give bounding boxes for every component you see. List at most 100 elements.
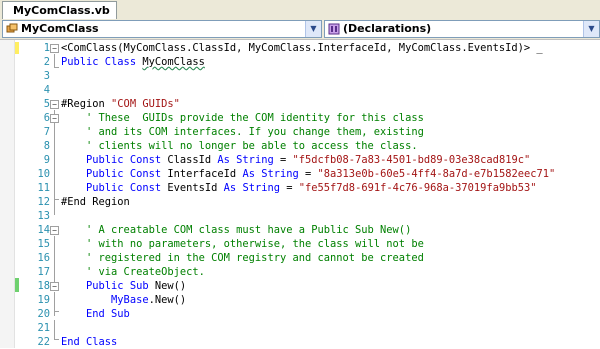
code-line[interactable]: 12 #End Region <box>0 195 600 209</box>
code-line[interactable]: 3 <box>0 69 600 83</box>
code-token: ' clients will no longer be able to acce… <box>61 140 418 152</box>
code-text: ' and its COM interfaces. If you change … <box>61 125 430 139</box>
code-token: MyComClass <box>142 56 205 68</box>
code-text: Public Const EventsId As String = "fe55f… <box>61 181 536 195</box>
code-token: InterfaceId <box>167 168 243 180</box>
code-line[interactable]: 15 ' with no parameters, otherwise, the … <box>0 237 600 251</box>
document-tab[interactable]: MyComClass.vb <box>2 1 117 19</box>
code-token: Public Class <box>61 56 143 68</box>
code-text: ' A creatable COM class must have a Publ… <box>61 223 418 237</box>
code-token: End Sub <box>61 308 130 320</box>
chevron-down-icon[interactable]: ▼ <box>305 21 321 37</box>
code-text: Public Sub New() <box>61 279 186 293</box>
code-line[interactable]: 7 ' and its COM interfaces. If you chang… <box>0 125 600 139</box>
line-number: 7 <box>43 126 50 138</box>
line-number: 5 <box>43 98 50 110</box>
code-text: <ComClass(MyComClass.ClassId, MyComClass… <box>61 41 543 55</box>
line-number: 9 <box>43 154 50 166</box>
code-token: End Class <box>61 336 118 348</box>
code-line[interactable]: 20 End Sub <box>0 307 600 321</box>
chevron-down-icon[interactable]: ▼ <box>583 21 599 37</box>
code-token: = <box>279 182 299 194</box>
code-token: As String <box>217 154 274 166</box>
code-text: Public Const InterfaceId As String = "8a… <box>61 167 555 181</box>
code-token: As String <box>223 182 280 194</box>
current-line-marker <box>15 42 19 54</box>
line-number: 20 <box>37 308 50 320</box>
code-line[interactable]: 10 Public Const InterfaceId As String = … <box>0 167 600 181</box>
code-token: "8a313e0b-60e5-4ff4-8a7d-e7b1582eec71" <box>317 168 556 180</box>
code-text: ' These GUIDs provide the COM identity f… <box>61 111 430 125</box>
declarations-icon <box>328 23 340 35</box>
code-text: End Sub <box>61 307 130 321</box>
method-name-dropdown[interactable]: (Declarations) ▼ <box>324 20 600 38</box>
code-line[interactable]: 18− Public Sub New() <box>0 279 600 293</box>
code-line[interactable]: 11 Public Const EventsId As String = "fe… <box>0 181 600 195</box>
code-token: "f5dcfb08-7a83-4501-bd89-03e38cad819c" <box>292 154 531 166</box>
line-number: 18 <box>37 280 50 292</box>
code-line[interactable]: 5− #Region "COM GUIDs" <box>0 97 600 111</box>
line-number: 4 <box>43 84 50 96</box>
code-token: ' registered in the COM registry and can… <box>61 252 431 264</box>
code-line[interactable]: 19 MyBase.New() <box>0 293 600 307</box>
line-number: 17 <box>37 266 50 278</box>
code-line[interactable]: 21 <box>0 321 600 335</box>
collapse-toggle-icon[interactable]: − <box>50 114 59 123</box>
collapse-toggle-icon[interactable]: − <box>50 282 59 291</box>
code-line[interactable]: 9 Public Const ClassId As String = "f5dc… <box>0 153 600 167</box>
code-token: #Region <box>61 98 112 110</box>
collapse-toggle-icon[interactable]: − <box>50 44 59 53</box>
code-text: Public Const ClassId As String = "f5dcfb… <box>61 153 530 167</box>
code-token: ' with no parameters, otherwise, the cla… <box>61 238 431 250</box>
code-token: As String <box>242 168 299 180</box>
code-token: = <box>273 154 293 166</box>
line-number: 1 <box>43 42 50 54</box>
code-token: ' A creatable COM class must have a Publ… <box>61 224 418 236</box>
code-line[interactable]: 13 <box>0 209 600 223</box>
code-line[interactable]: 2 Public Class MyComClass <box>0 55 600 69</box>
code-token: Public Const <box>61 182 168 194</box>
code-line[interactable]: 22 End Class <box>0 335 600 349</box>
code-line[interactable]: 6− ' These GUIDs provide the COM identit… <box>0 111 600 125</box>
code-token: EventsId <box>167 182 224 194</box>
code-token: #End Region <box>61 196 130 208</box>
code-editor[interactable]: 1− <ComClass(MyComClass.ClassId, MyComCla… <box>0 40 600 348</box>
collapse-toggle-icon[interactable]: − <box>50 100 59 109</box>
code-token: <ComClass(MyComClass.ClassId, MyComClass… <box>61 42 543 54</box>
navigation-bar: MyComClass ▼ (Declarations) ▼ <box>0 19 600 40</box>
line-number: 11 <box>37 182 50 194</box>
code-token: "COM GUIDs" <box>111 98 180 110</box>
code-line[interactable]: 8 ' clients will no longer be able to ac… <box>0 139 600 153</box>
code-token: MyBase <box>61 294 149 306</box>
code-token: Public Sub <box>61 280 155 292</box>
collapse-toggle-icon[interactable]: − <box>50 226 59 235</box>
line-number: 15 <box>37 238 50 250</box>
code-text: #End Region <box>61 195 130 209</box>
code-text: ' with no parameters, otherwise, the cla… <box>61 237 430 251</box>
line-number: 19 <box>37 294 50 306</box>
code-text: MyBase.New() <box>61 293 186 307</box>
code-text: ' registered in the COM registry and can… <box>61 251 430 265</box>
class-name-dropdown[interactable]: MyComClass ▼ <box>2 20 322 38</box>
code-text: End Class <box>61 335 117 349</box>
class-name-value: MyComClass <box>21 22 99 35</box>
line-number: 6 <box>43 112 50 124</box>
code-line[interactable]: 14− ' A creatable COM class must have a … <box>0 223 600 237</box>
code-line[interactable]: 4 <box>0 83 600 97</box>
code-text: #Region "COM GUIDs" <box>61 97 180 111</box>
code-token: ClassId <box>167 154 218 166</box>
line-number: 13 <box>37 210 50 222</box>
code-token: New() <box>154 280 187 292</box>
code-line[interactable]: 16 ' registered in the COM registry and … <box>0 251 600 265</box>
code-line[interactable]: 1− <ComClass(MyComClass.ClassId, MyComCla… <box>0 41 600 55</box>
line-number: 14 <box>37 224 50 236</box>
code-token: .New() <box>148 294 187 306</box>
class-icon <box>6 23 18 33</box>
line-number: 3 <box>43 70 50 82</box>
line-number: 10 <box>37 168 50 180</box>
code-line[interactable]: 17 ' via CreateObject. <box>0 265 600 279</box>
document-tab-strip: MyComClass.vb <box>0 0 600 20</box>
code-text: Public Class MyComClass <box>61 55 205 69</box>
code-token: Public Const <box>61 154 168 166</box>
code-token: ' via CreateObject. <box>61 266 205 278</box>
